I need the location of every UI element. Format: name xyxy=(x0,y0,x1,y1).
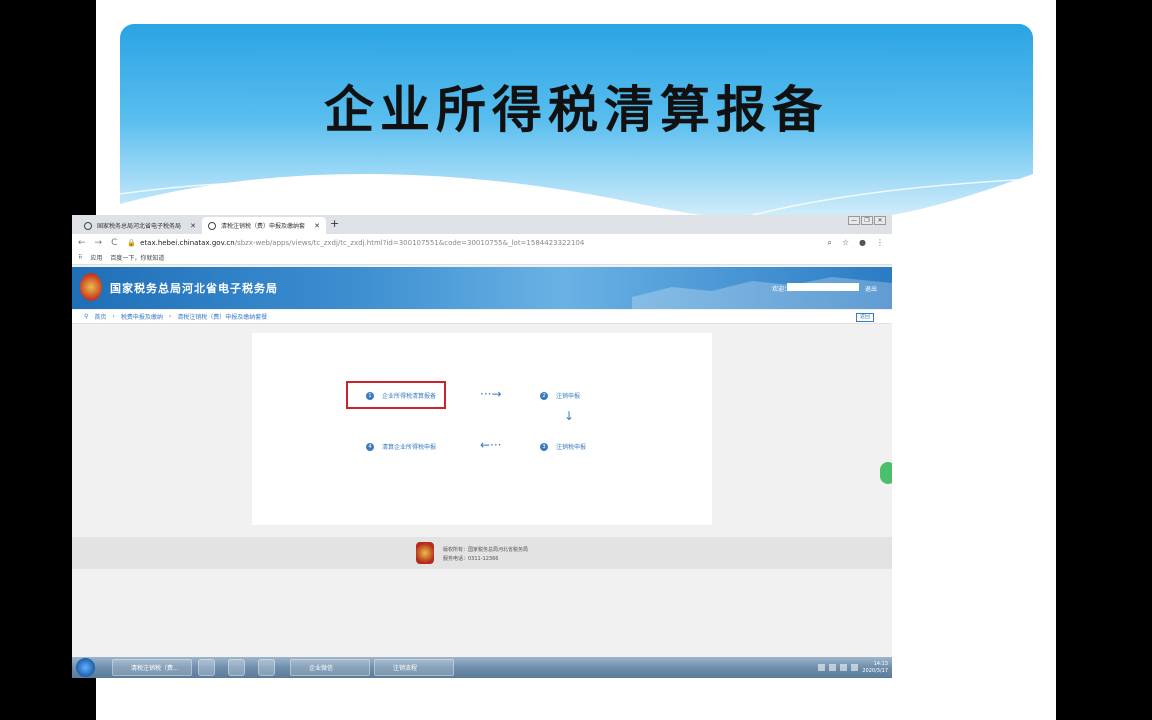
step-4[interactable]: 4 清算企业所得税申报 xyxy=(366,442,436,451)
url-host: etax.hebei.chinatax.gov.cn xyxy=(140,238,235,247)
footer-copyright: 版权所有：国家税务总局河北省税务局 xyxy=(443,547,529,553)
clock-date: 2020/3/17 xyxy=(862,667,888,674)
volume-icon[interactable] xyxy=(851,664,859,671)
clock[interactable]: 14:13 2020/3/17 xyxy=(862,661,888,675)
step-1[interactable]: 1 企业所得税清算报备 xyxy=(366,391,436,400)
taskbar-app-icon[interactable] xyxy=(198,659,215,676)
bookmark-baidu[interactable]: 百度一下，你就知道 xyxy=(110,253,164,262)
site-name: 国家税务总局河北省电子税务局 xyxy=(110,282,278,295)
profile-icon[interactable]: ● xyxy=(859,238,866,248)
site-footer: 版权所有：国家税务总局河北省税务局 服务电话：0311-12366 xyxy=(72,537,892,569)
menu-icon[interactable]: ⋮ xyxy=(876,238,884,248)
windows-taskbar: 清税注销税（费... 企业微信 注销流程 14:13 2020/3/17 xyxy=(72,657,892,678)
breadcrumb-sep: › xyxy=(112,313,115,320)
tax-emblem-logo xyxy=(416,542,434,564)
steps-card: 1 企业所得税清算报备 ···→ 2 注销申报 ↓ 3 注销税申报 ←··· 4… xyxy=(252,333,712,525)
taskbar-wecom-label: 企业微信 xyxy=(309,665,334,672)
browser-screenshot: 国家税务总局河北省电子税务局 ✕ 清税注销税（费）申报及缴纳套 ✕ + — ❐ … xyxy=(72,215,892,678)
taskbar-folder-label: 注销流程 xyxy=(393,665,418,672)
taskbar-chrome[interactable]: 清税注销税（费... xyxy=(112,659,192,676)
browser-tab-1[interactable]: 国家税务总局河北省电子税务局 ✕ xyxy=(78,217,202,234)
globe-icon xyxy=(208,221,216,230)
step-label: 注销申报 xyxy=(556,393,581,400)
breadcrumb-sep: › xyxy=(168,313,172,320)
address-bar-actions: ⌕ ☆ ● ⋮ xyxy=(827,238,884,248)
new-tab-button[interactable]: + xyxy=(330,217,339,230)
address-bar: ← → C 🔒 etax.hebei.chinatax.gov.cn /sbzx… xyxy=(72,234,892,251)
step-label: 企业所得税清算报备 xyxy=(382,393,437,400)
step-label: 注销税申报 xyxy=(556,444,587,451)
footer-phone: 服务电话：0311-12366 xyxy=(443,556,499,562)
tab-label: 清税注销税（费）申报及缴纳套 xyxy=(221,223,306,230)
step-2[interactable]: 2 注销申报 xyxy=(540,391,580,400)
clock-time: 14:13 xyxy=(873,660,888,667)
site-header: 国家税务总局河北省电子税务局 欢迎： 退出 xyxy=(72,267,892,309)
close-tab-icon[interactable]: ✕ xyxy=(190,222,196,230)
close-window-button[interactable]: ✕ xyxy=(874,216,886,225)
tray-icon[interactable] xyxy=(840,664,848,671)
taskbar-chrome-label: 清税注销税（费... xyxy=(131,665,179,672)
zoom-icon[interactable]: ⌕ xyxy=(827,238,831,248)
system-tray: 14:13 2020/3/17 xyxy=(818,657,888,678)
arrow-down-icon: ↓ xyxy=(564,409,575,423)
step-3[interactable]: 3 注销税申报 xyxy=(540,442,586,451)
url-field[interactable]: 🔒 etax.hebei.chinatax.gov.cn /sbzx-web/a… xyxy=(127,239,584,247)
minimize-button[interactable]: — xyxy=(848,216,860,225)
globe-icon xyxy=(84,221,92,230)
slide-title: 企业所得税清算报备 xyxy=(324,80,828,139)
step-number: 2 xyxy=(540,391,548,400)
reload-icon[interactable]: C xyxy=(111,238,117,248)
nav-buttons: ← → C xyxy=(78,238,117,248)
taskbar-folder[interactable]: 注销流程 xyxy=(374,659,454,676)
browser-tab-bar: 国家税务总局河北省电子税务局 ✕ 清税注销税（费）申报及缴纳套 ✕ + — ❐ … xyxy=(72,215,892,234)
taskbar-wecom[interactable]: 企业微信 xyxy=(290,659,370,676)
tab-label: 国家税务总局河北省电子税务局 xyxy=(97,223,182,230)
window-controls: — ❐ ✕ xyxy=(848,216,886,225)
masked-username xyxy=(787,283,859,291)
taskbar-app-icon[interactable] xyxy=(228,659,245,676)
step-number: 1 xyxy=(366,391,374,400)
apps-grid-icon[interactable]: ⠿ xyxy=(78,254,82,261)
arrow-right-icon: ···→ xyxy=(480,387,502,401)
logout-link[interactable]: 退出 xyxy=(865,284,877,293)
step-label: 清算企业所得税申报 xyxy=(382,444,437,451)
step-number: 4 xyxy=(366,442,374,451)
tray-icon[interactable] xyxy=(818,664,826,671)
tray-icon[interactable] xyxy=(829,664,837,671)
browser-tab-2[interactable]: 清税注销税（费）申报及缴纳套 ✕ xyxy=(202,217,326,234)
url-path: /sbzx-web/apps/views/tc_zxdj/tc_zxdj.htm… xyxy=(234,238,585,247)
bookmarks-bar: ⠿ 应用 百度一下，你就知道 xyxy=(72,251,892,265)
breadcrumb-tax-filing[interactable]: 税费申报及缴纳 xyxy=(121,312,163,321)
tax-emblem-logo xyxy=(80,273,102,301)
breadcrumb-home[interactable]: 首页 xyxy=(94,312,106,321)
taskbar-app-icon[interactable] xyxy=(258,659,275,676)
lock-icon: 🔒 xyxy=(127,238,137,247)
close-tab-icon[interactable]: ✕ xyxy=(314,222,320,230)
back-arrow-icon[interactable]: ← xyxy=(78,238,86,248)
location-pin-icon: ⚲ xyxy=(84,313,89,320)
breadcrumb: ⚲ 首页 › 税费申报及缴纳 › 清税注销税（费）申报及缴纳套餐 返回 xyxy=(72,310,892,324)
bookmark-apps[interactable]: 应用 xyxy=(90,253,102,262)
floating-help-button[interactable] xyxy=(880,462,892,484)
forward-arrow-icon[interactable]: → xyxy=(95,238,103,248)
breadcrumb-current: 清税注销税（费）申报及缴纳套餐 xyxy=(177,314,268,321)
step-number: 3 xyxy=(540,442,548,451)
back-button[interactable]: 返回 xyxy=(855,313,874,322)
star-icon[interactable]: ☆ xyxy=(842,238,849,248)
start-button[interactable] xyxy=(76,658,95,677)
maximize-button[interactable]: ❐ xyxy=(861,216,873,225)
arrow-left-icon: ←··· xyxy=(480,438,502,452)
